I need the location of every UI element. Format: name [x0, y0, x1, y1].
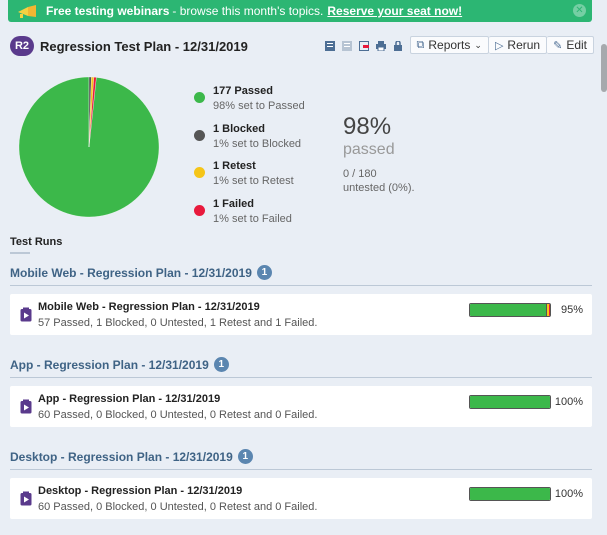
progress-segment-failed [548, 304, 550, 316]
results-summary: 177 Passed 98% set to Passed 1 Blocked 1% … [0, 66, 600, 226]
progress-segment-passed [470, 396, 550, 408]
group-title-mobile-web[interactable]: Mobile Web - Regression Plan - 12/31/201… [10, 265, 272, 280]
chart-icon: ⧉ [416, 38, 425, 51]
close-icon[interactable]: ✕ [573, 4, 586, 17]
plan-badge: R2 [10, 36, 34, 56]
reports-label: Reports [428, 38, 471, 52]
scrollbar[interactable] [601, 44, 607, 92]
view-details-icon[interactable] [341, 40, 352, 51]
play-icon: ▷ [494, 39, 504, 52]
run-description: 60 Passed, 0 Blocked, 0 Untested, 0 Rete… [38, 501, 318, 513]
run-progress-bar [469, 395, 551, 409]
view-compact-icon[interactable] [324, 40, 335, 51]
run-percent: 100% [554, 488, 583, 500]
run-card[interactable]: Mobile Web - Regression Plan - 12/31/201… [10, 294, 592, 335]
edit-button[interactable]: ✎ Edit [547, 36, 594, 54]
legend-dot-retest [194, 167, 205, 178]
run-card[interactable]: Desktop - Regression Plan - 12/31/2019 6… [10, 478, 592, 519]
legend-item-retest[interactable]: 1 Retest 1% set to Retest [194, 159, 305, 197]
progress-segment-passed [470, 488, 550, 500]
rerun-button[interactable]: ▷ Rerun [488, 36, 548, 54]
legend-title: 1 Retest [213, 160, 256, 172]
untested-count: 0 / 180 [343, 168, 377, 180]
run-progress-bar [469, 303, 551, 317]
run-description: 57 Passed, 1 Blocked, 0 Untested, 1 Rete… [38, 317, 318, 329]
plan-header: R2 Regression Test Plan - 12/31/2019 ⧉ R… [10, 34, 594, 58]
rerun-label: Rerun [507, 38, 541, 52]
group-title-text: App - Regression Plan - 12/31/2019 [10, 357, 209, 372]
legend-item-passed[interactable]: 177 Passed 98% set to Passed [194, 84, 305, 122]
untested-label: untested (0%). [343, 182, 415, 194]
heading-underline [10, 252, 30, 254]
banner-text: - browse this month's topics. [172, 4, 324, 18]
legend-dot-blocked [194, 129, 205, 141]
run-progress-bar [469, 487, 551, 501]
group-count-badge: 1 [256, 265, 272, 280]
progress-segment-passed [470, 304, 546, 316]
run-name-link[interactable]: App - Regression Plan - 12/31/2019 [38, 393, 220, 405]
run-card[interactable]: App - Regression Plan - 12/31/2019 60 Pa… [10, 386, 592, 427]
test-run-icon [20, 491, 32, 506]
legend-item-blocked[interactable]: 1 Blocked 1% set to Blocked [194, 122, 305, 160]
legend-title: 177 Passed [213, 85, 273, 97]
legend-title: 1 Blocked [213, 122, 265, 135]
page-title: Regression Test Plan - 12/31/2019 [40, 38, 248, 54]
status-pie-chart [18, 76, 160, 218]
reports-button[interactable]: ⧉ Reports ⌄ [409, 36, 489, 54]
webinar-banner: Free testing webinars - browse this mont… [8, 0, 592, 22]
run-description: 60 Passed, 0 Blocked, 0 Untested, 0 Rete… [38, 409, 318, 421]
pass-rate: 98% passed 0 / 180 untested (0%). [343, 113, 415, 195]
run-name-link[interactable]: Desktop - Regression Plan - 12/31/2019 [38, 485, 242, 497]
run-name-link[interactable]: Mobile Web - Regression Plan - 12/31/201… [38, 301, 260, 313]
status-legend: 177 Passed 98% set to Passed 1 Blocked 1% … [194, 84, 305, 234]
pass-label: passed [343, 141, 395, 158]
group-title-text: Desktop - Regression Plan - 12/31/2019 [10, 449, 233, 464]
group-divider [10, 469, 592, 470]
edit-label: Edit [566, 38, 587, 52]
toolbar: ⧉ Reports ⌄ ▷ Rerun ✎ Edit [324, 34, 594, 56]
test-run-icon [20, 307, 32, 322]
chevron-down-icon: ⌄ [474, 39, 482, 50]
group-title-text: Mobile Web - Regression Plan - 12/31/201… [10, 265, 252, 280]
legend-subtitle: 1% set to Blocked [213, 137, 302, 150]
megaphone-icon [16, 4, 38, 18]
legend-subtitle: 1% set to Retest [213, 175, 294, 187]
group-count-badge: 1 [213, 357, 229, 372]
group-divider [10, 285, 592, 286]
legend-title: 1 Failed [213, 197, 254, 210]
legend-dot-passed [194, 92, 205, 103]
run-percent: 100% [554, 396, 583, 408]
legend-dot-failed [194, 204, 205, 216]
group-divider [10, 377, 592, 378]
legend-subtitle: 1% set to Failed [213, 212, 292, 225]
group-title-desktop[interactable]: Desktop - Regression Plan - 12/31/2019 1 [10, 449, 253, 464]
legend-item-failed[interactable]: 1 Failed 1% set to Failed [194, 197, 305, 235]
banner-strong-text: Free testing webinars [46, 4, 170, 18]
test-runs-heading: Test Runs [10, 236, 63, 248]
run-percent: 95% [560, 304, 583, 316]
group-title-app[interactable]: App - Regression Plan - 12/31/2019 1 [10, 357, 229, 372]
legend-subtitle: 98% set to Passed [213, 100, 305, 112]
export-icon[interactable] [358, 40, 369, 51]
pass-percent: 98% [343, 113, 392, 140]
reserve-seat-link[interactable]: Reserve your seat now! [327, 4, 462, 18]
lock-icon[interactable] [393, 40, 403, 51]
pencil-icon: ✎ [553, 39, 563, 52]
print-icon[interactable] [375, 40, 386, 52]
group-count-badge: 1 [237, 449, 253, 464]
test-run-icon [20, 399, 32, 414]
